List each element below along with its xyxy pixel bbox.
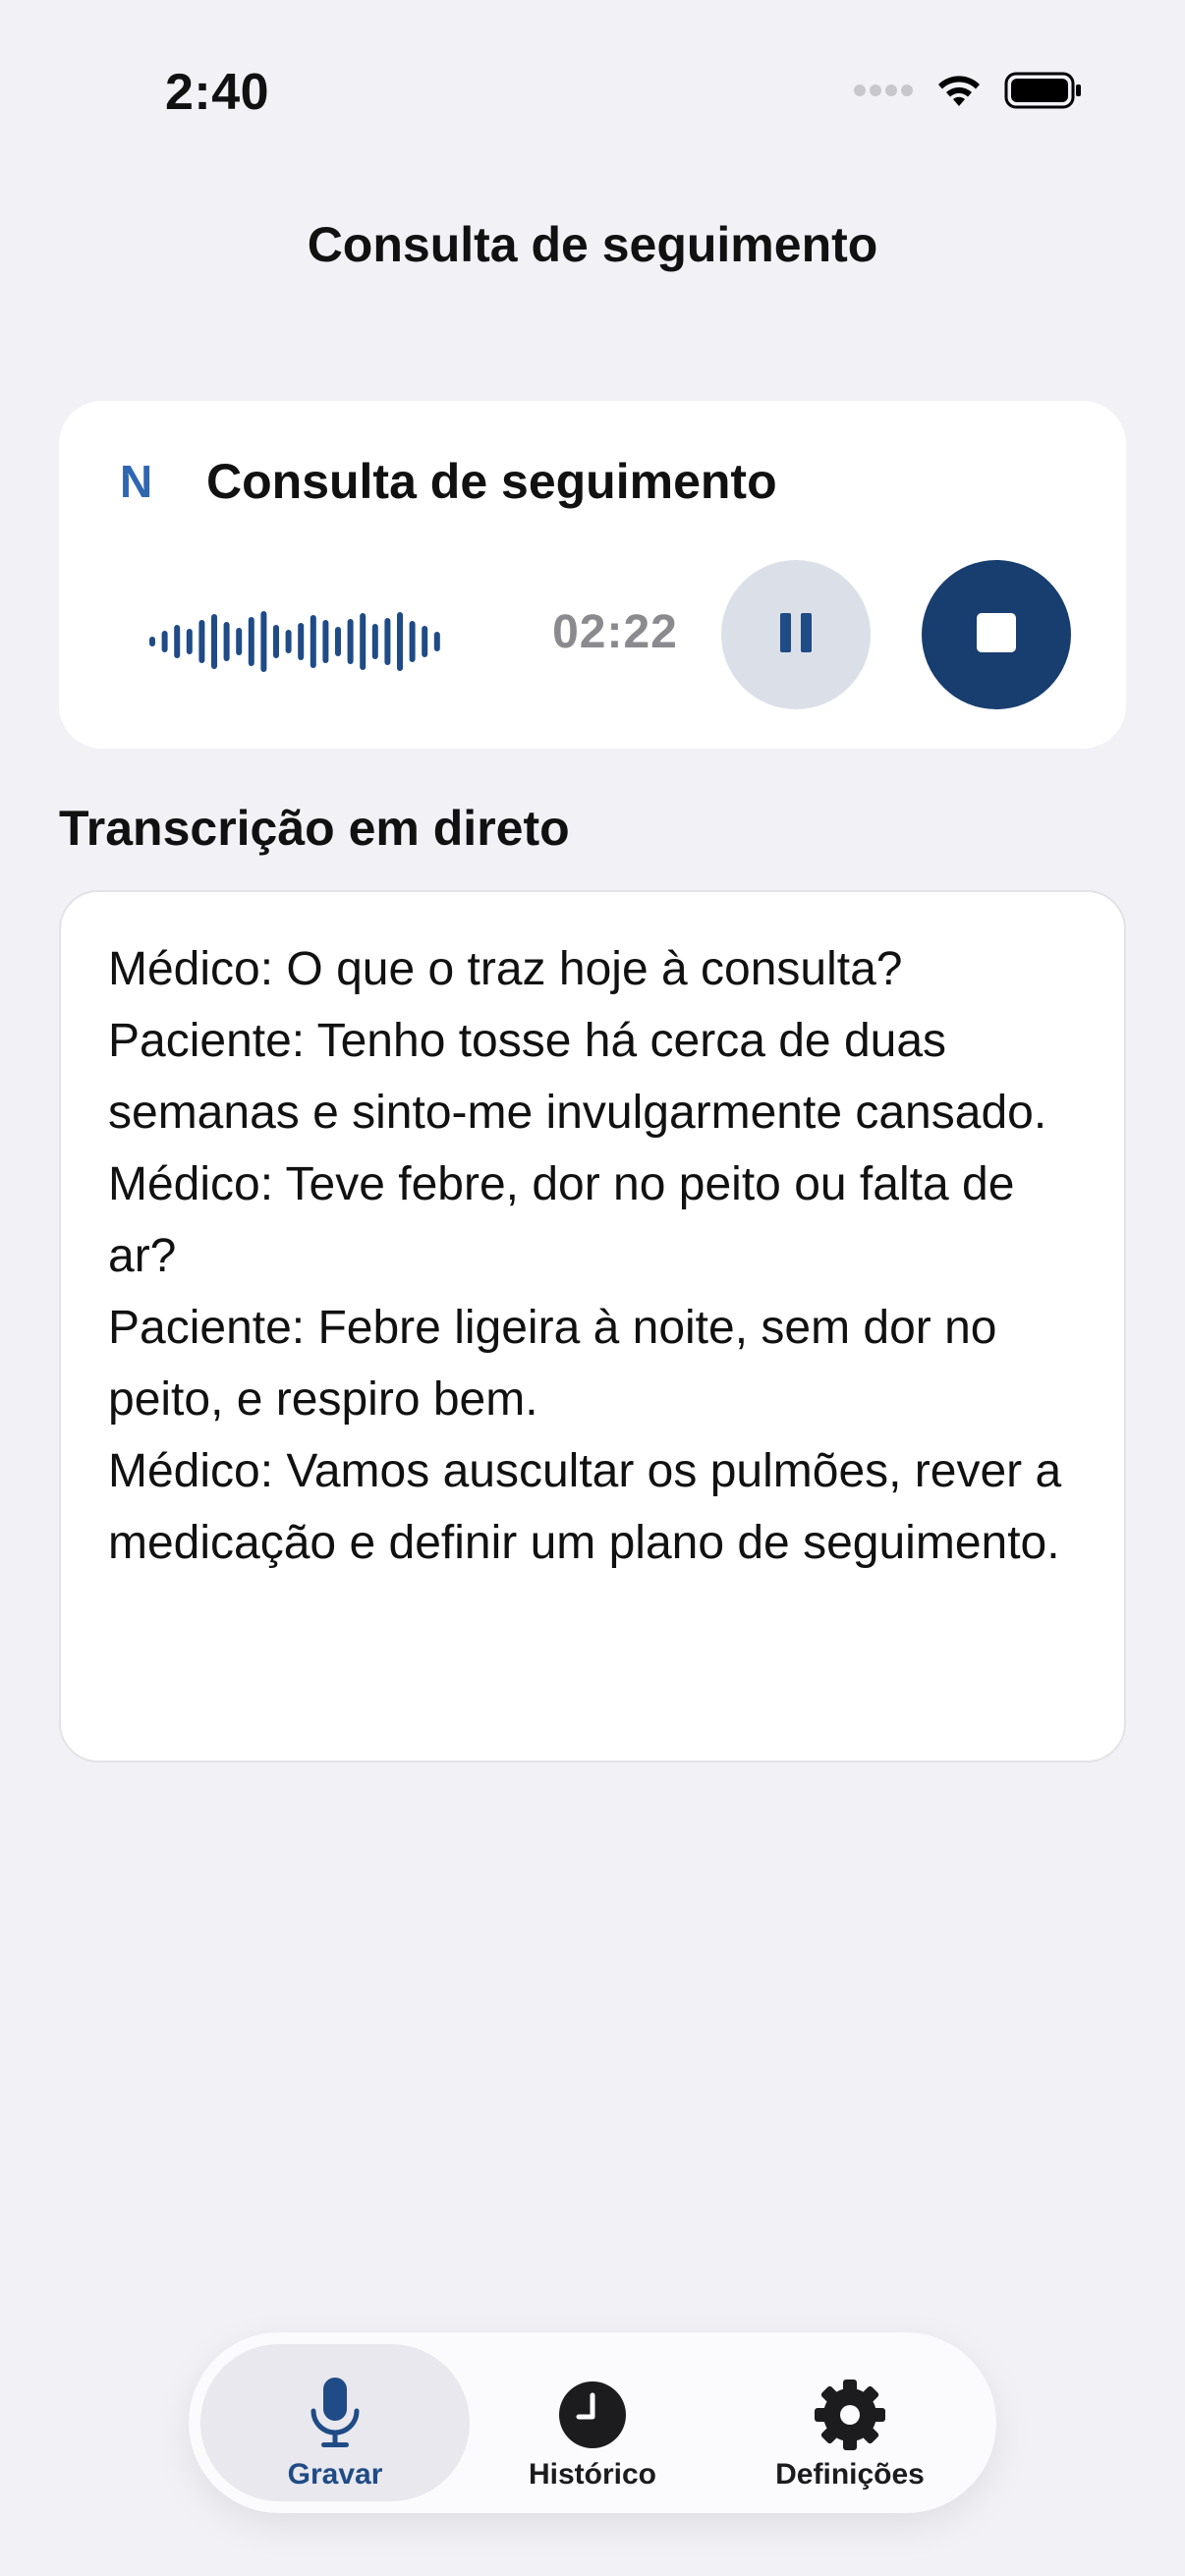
stop-button[interactable]	[922, 560, 1071, 709]
stop-icon	[976, 612, 1017, 658]
transcript-line: Médico: Teve febre, dor no peito ou falt…	[108, 1158, 1015, 1282]
battery-icon	[1004, 71, 1083, 115]
page-title: Consulta de seguimento	[307, 217, 878, 272]
transcript-heading: Transcrição em direto	[59, 801, 570, 856]
transcript-line: Paciente: Tenho tosse há cerca de duas s…	[108, 1015, 1047, 1139]
wifi-icon	[933, 71, 985, 115]
tab-gravar[interactable]: Gravar	[200, 2344, 470, 2501]
recording-card: N Consulta de seguimento 02:22	[59, 401, 1126, 749]
tab-label: Gravar	[287, 2458, 383, 2491]
clock-icon	[557, 2376, 628, 2454]
status-time: 2:40	[165, 64, 270, 121]
waveform-icon	[149, 611, 440, 672]
transcript-box: Médico: O que o traz hoje à consulta? Pa…	[59, 890, 1126, 1763]
tab-historico[interactable]: Histórico	[458, 2344, 727, 2501]
recording-title: Consulta de seguimento	[206, 454, 777, 509]
tab-definicoes[interactable]: Definições	[715, 2344, 985, 2501]
tab-label: Histórico	[528, 2458, 657, 2491]
pause-button[interactable]	[721, 560, 871, 709]
gear-icon	[813, 2376, 887, 2454]
microphone-icon	[308, 2376, 363, 2454]
transcript-line: Médico: O que o traz hoje à consulta?	[108, 943, 903, 995]
transcript-line: Médico: Vamos auscultar os pulmões, reve…	[108, 1445, 1062, 1569]
tab-bar: Gravar Histórico Definições	[189, 2332, 996, 2513]
status-bar: 2:40	[0, 0, 1185, 157]
transcript-line: Paciente: Febre ligeira à noite, sem dor…	[108, 1302, 997, 1426]
recording-timer: 02:22	[552, 606, 678, 658]
tab-label: Definições	[775, 2458, 925, 2491]
pause-icon	[776, 611, 816, 659]
app-logo: N	[120, 456, 153, 507]
transcript-text: Médico: O que o traz hoje à consulta? Pa…	[108, 933, 1091, 1579]
signal-dots-icon	[853, 83, 914, 103]
status-icons	[853, 71, 1083, 115]
